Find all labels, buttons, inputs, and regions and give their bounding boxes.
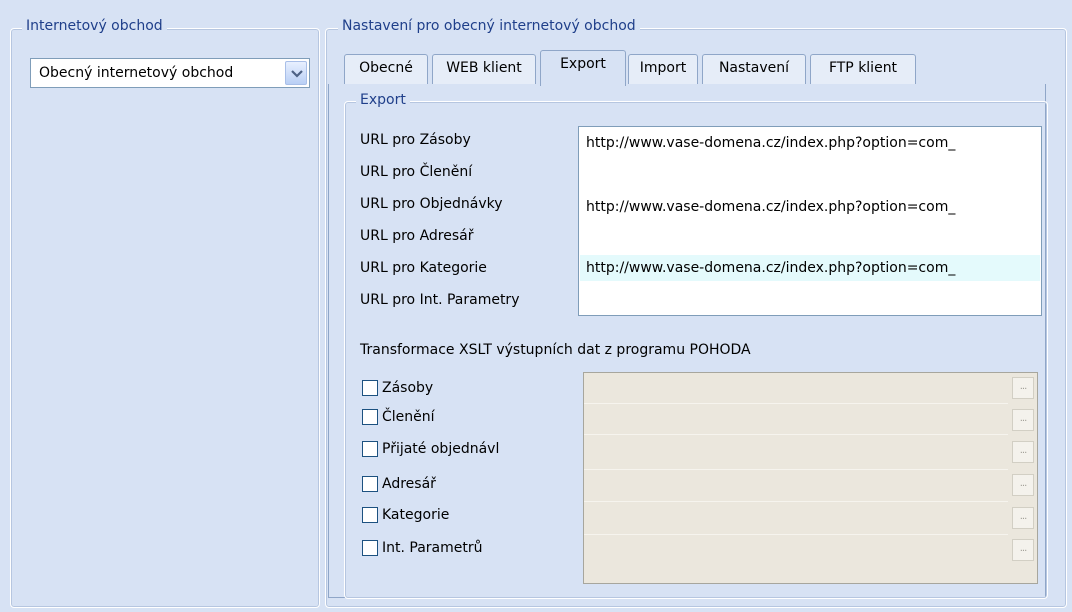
url-field-adresar[interactable] xyxy=(580,226,1040,252)
xslt-row-divider xyxy=(584,469,1008,470)
tab-export[interactable]: Export xyxy=(540,50,626,86)
tab-web-klient[interactable]: WEB klient xyxy=(432,54,536,84)
chevron-down-icon xyxy=(291,70,303,78)
xslt-row-divider xyxy=(584,534,1008,535)
browse-button-cleneni[interactable]: ... xyxy=(1012,409,1034,431)
tab-nastaveni[interactable]: Nastavení xyxy=(702,54,806,84)
combo-dropdown-button[interactable] xyxy=(285,61,307,85)
export-group-title: Export xyxy=(356,92,410,108)
url-label-zasoby: URL pro Zásoby xyxy=(360,132,471,148)
shop-settings-group-title: Nastavení pro obecný internetový obchod xyxy=(338,18,640,34)
xslt-label-cleneni: Členění xyxy=(382,409,435,425)
browse-button-kategorie[interactable]: ... xyxy=(1012,507,1034,529)
xslt-label-adresar: Adresář xyxy=(382,476,436,492)
url-field-zasoby[interactable]: http://www.vase-domena.cz/index.php?opti… xyxy=(580,130,1040,156)
xslt-checkbox-cleneni[interactable] xyxy=(362,409,378,425)
xslt-checkbox-kategorie[interactable] xyxy=(362,507,378,523)
xslt-checkbox-adresar[interactable] xyxy=(362,476,378,492)
url-label-int-parametry: URL pro Int. Parametry xyxy=(360,292,520,308)
tab-obecne[interactable]: Obecné xyxy=(344,54,428,84)
xslt-checkbox-prijate-objednavky[interactable] xyxy=(362,441,378,457)
xslt-row-divider xyxy=(584,434,1008,435)
xslt-row-divider xyxy=(584,403,1008,404)
tab-ftp-klient[interactable]: FTP klient xyxy=(810,54,916,84)
internet-shop-group-title: Internetový obchod xyxy=(22,18,167,34)
browse-button-zasoby[interactable]: ... xyxy=(1012,377,1034,399)
shop-type-combobox[interactable]: Obecný internetový obchod xyxy=(30,58,310,88)
shop-type-value: Obecný internetový obchod xyxy=(39,65,234,81)
url-fields-block: http://www.vase-domena.cz/index.php?opti… xyxy=(578,126,1042,316)
url-field-kategorie[interactable]: http://www.vase-domena.cz/index.php?opti… xyxy=(580,255,1040,281)
url-label-kategorie: URL pro Kategorie xyxy=(360,260,487,276)
url-field-int-parametry[interactable] xyxy=(580,286,1040,312)
url-label-objednavky: URL pro Objednávky xyxy=(360,196,503,212)
url-field-objednavky[interactable]: http://www.vase-domena.cz/index.php?opti… xyxy=(580,194,1040,220)
url-label-adresar: URL pro Adresář xyxy=(360,228,474,244)
xslt-label-prijate-objednavky: Přijaté objednávl xyxy=(382,441,500,457)
browse-button-int-parametru[interactable]: ... xyxy=(1012,539,1034,561)
browse-button-adresar[interactable]: ... xyxy=(1012,474,1034,496)
url-label-cleneni: URL pro Členění xyxy=(360,164,473,180)
xslt-checkbox-zasoby[interactable] xyxy=(362,380,378,396)
xslt-label-zasoby: Zásoby xyxy=(382,380,434,396)
internet-shop-group xyxy=(10,28,320,608)
xslt-heading: Transformace XSLT výstupních dat z progr… xyxy=(360,342,751,358)
xslt-path-block: ... ... ... ... ... ... xyxy=(583,372,1038,584)
xslt-label-int-parametru: Int. Parametrů xyxy=(382,540,483,556)
tab-import[interactable]: Import xyxy=(628,54,698,84)
xslt-label-kategorie: Kategorie xyxy=(382,507,450,523)
xslt-row-divider xyxy=(584,501,1008,502)
url-field-cleneni[interactable] xyxy=(580,162,1040,188)
xslt-checkbox-int-parametru[interactable] xyxy=(362,540,378,556)
browse-button-prijate-objednavky[interactable]: ... xyxy=(1012,441,1034,463)
